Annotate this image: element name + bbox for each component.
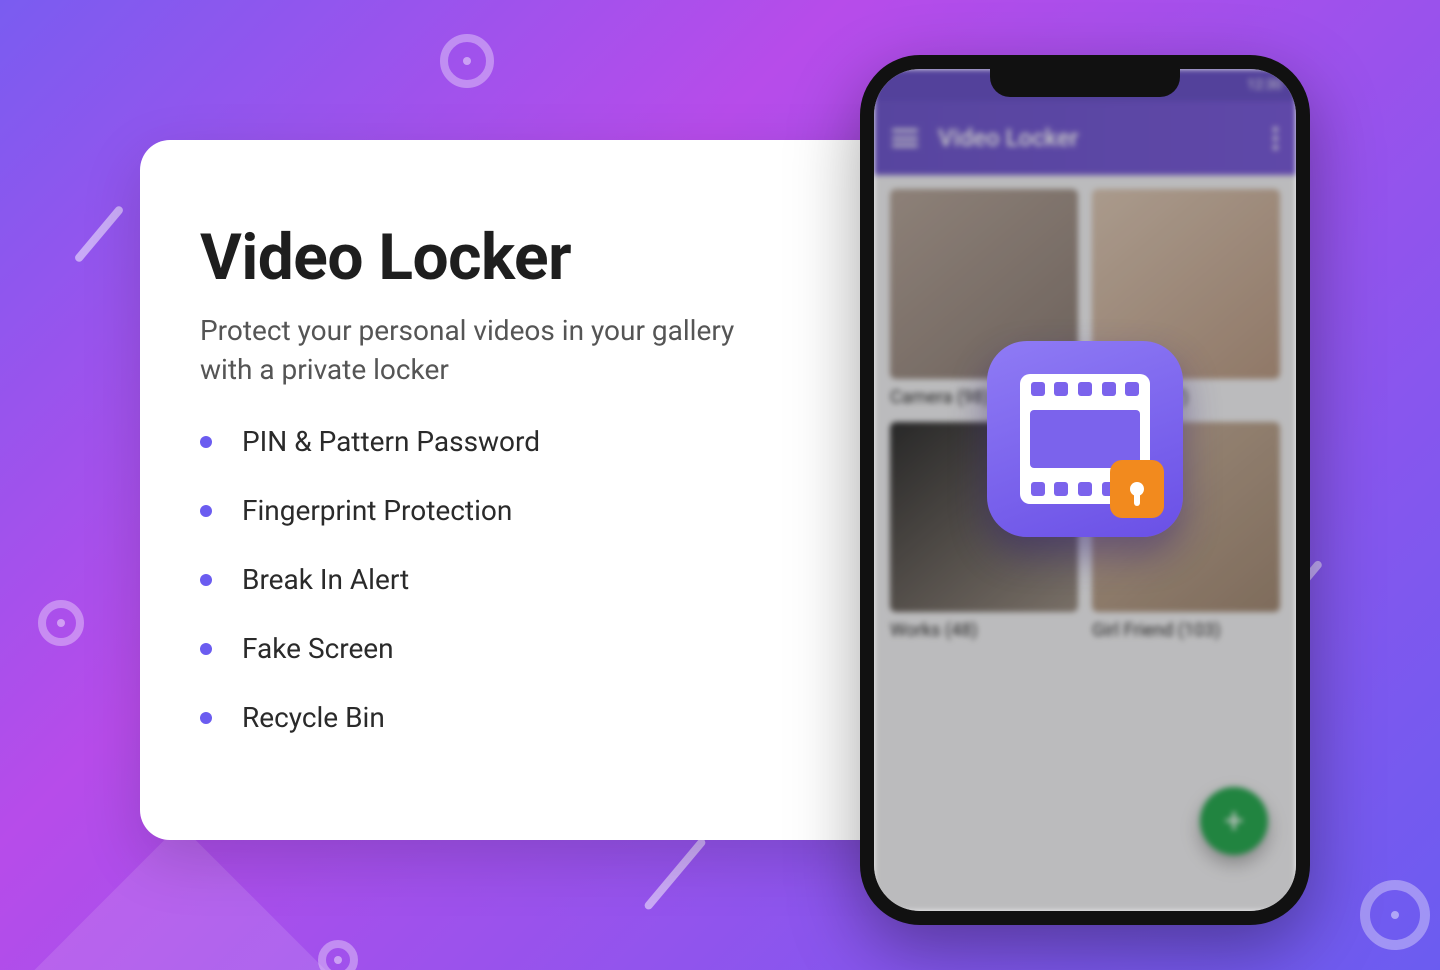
deco-diamond — [24, 824, 335, 970]
app-title: Video Locker — [938, 124, 1078, 152]
bullet-icon — [200, 643, 212, 655]
bullet-icon — [200, 712, 212, 724]
feature-text: Fake Screen — [242, 632, 394, 665]
plus-icon: + — [1224, 801, 1243, 841]
feature-item: PIN & Pattern Password — [200, 425, 860, 458]
feature-text: Recycle Bin — [242, 701, 385, 734]
film-icon — [1020, 374, 1150, 504]
phone-notch — [990, 69, 1180, 97]
card-subtitle: Protect your personal videos in your gal… — [200, 311, 780, 389]
card-title: Video Locker — [200, 220, 860, 295]
album-label: Girl Friend (103) — [1092, 620, 1280, 641]
feature-card: Video Locker Protect your personal video… — [140, 140, 920, 840]
feature-list: PIN & Pattern Password Fingerprint Prote… — [200, 425, 860, 734]
status-time: 12:30 — [1247, 77, 1282, 93]
feature-item: Recycle Bin — [200, 701, 860, 734]
app-icon — [987, 341, 1183, 537]
bullet-icon — [200, 574, 212, 586]
lock-icon — [1110, 460, 1164, 518]
feature-item: Break In Alert — [200, 563, 860, 596]
feature-text: PIN & Pattern Password — [242, 425, 540, 458]
deco-line — [643, 837, 707, 911]
bullet-icon — [200, 505, 212, 517]
feature-item: Fingerprint Protection — [200, 494, 860, 527]
promo-canvas: Video Locker Protect your personal video… — [0, 0, 1440, 970]
deco-ring — [440, 34, 494, 88]
deco-ring — [38, 600, 84, 646]
feature-text: Break In Alert — [242, 563, 409, 596]
deco-ring — [318, 940, 358, 970]
add-fab[interactable]: + — [1200, 787, 1268, 855]
album-label: Works (48) — [890, 620, 1078, 641]
phone-mockup: 12:30 Video Locker Camera (98) Friends (… — [860, 55, 1310, 925]
hamburger-icon[interactable] — [892, 129, 918, 147]
deco-ring — [1360, 880, 1430, 950]
deco-line — [73, 205, 124, 264]
app-bar: Video Locker — [874, 101, 1296, 175]
feature-item: Fake Screen — [200, 632, 860, 665]
bullet-icon — [200, 436, 212, 448]
feature-text: Fingerprint Protection — [242, 494, 512, 527]
overflow-menu-icon[interactable] — [1273, 127, 1278, 150]
